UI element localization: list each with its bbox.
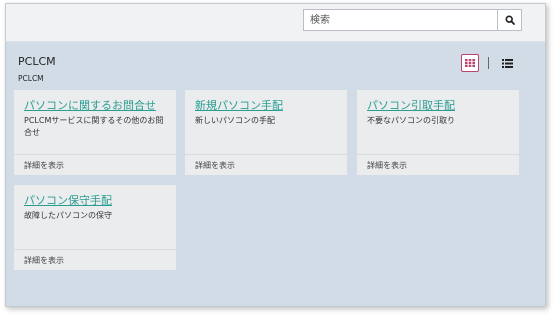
card-description: 不要なパソコンの引取り (367, 116, 455, 125)
card-description: 新しいパソコンの手配 (195, 116, 275, 125)
card-title-link[interactable]: 新規パソコン手配 (195, 97, 283, 113)
view-toggle-divider (488, 57, 489, 69)
card-description: 故障したパソコンの保守 (24, 211, 112, 220)
page-title: PCLCM (18, 55, 56, 68)
catalog-card-maintenance: パソコン保守手配 故障したパソコンの保守 詳細を表示 (14, 185, 176, 270)
grid-view-icon (465, 59, 475, 67)
card-title-link[interactable]: パソコン引取手配 (367, 97, 455, 113)
search-input[interactable] (304, 10, 497, 30)
card-details-link[interactable]: 詳細を表示 (14, 154, 176, 175)
grid-view-button[interactable] (461, 54, 479, 72)
card-details-link[interactable]: 詳細を表示 (185, 154, 347, 175)
catalog-card-inquiry: パソコンに関するお問合せ PCLCMサービスに関するその他のお問合せ 詳細を表示 (14, 90, 176, 175)
top-bar (6, 4, 545, 42)
card-details-link[interactable]: 詳細を表示 (357, 154, 519, 175)
card-description: PCLCMサービスに関するその他のお問合せ (24, 116, 164, 137)
list-view-button[interactable] (500, 57, 514, 69)
portal-window: PCLCM PCLCM パソコンに関するお問合せ PCLCMサービスに関するその… (5, 3, 546, 307)
search-icon (504, 15, 515, 25)
search-box (303, 9, 522, 31)
breadcrumb: PCLCM (18, 74, 44, 83)
card-details-link[interactable]: 詳細を表示 (14, 249, 176, 270)
card-title-link[interactable]: パソコンに関するお問合せ (24, 97, 156, 113)
list-view-icon (501, 58, 513, 68)
card-title-link[interactable]: パソコン保守手配 (24, 192, 112, 208)
catalog-card-pickup: パソコン引取手配 不要なパソコンの引取り 詳細を表示 (357, 90, 519, 175)
catalog-card-new-pc: 新規パソコン手配 新しいパソコンの手配 詳細を表示 (185, 90, 347, 175)
search-button[interactable] (497, 10, 521, 30)
